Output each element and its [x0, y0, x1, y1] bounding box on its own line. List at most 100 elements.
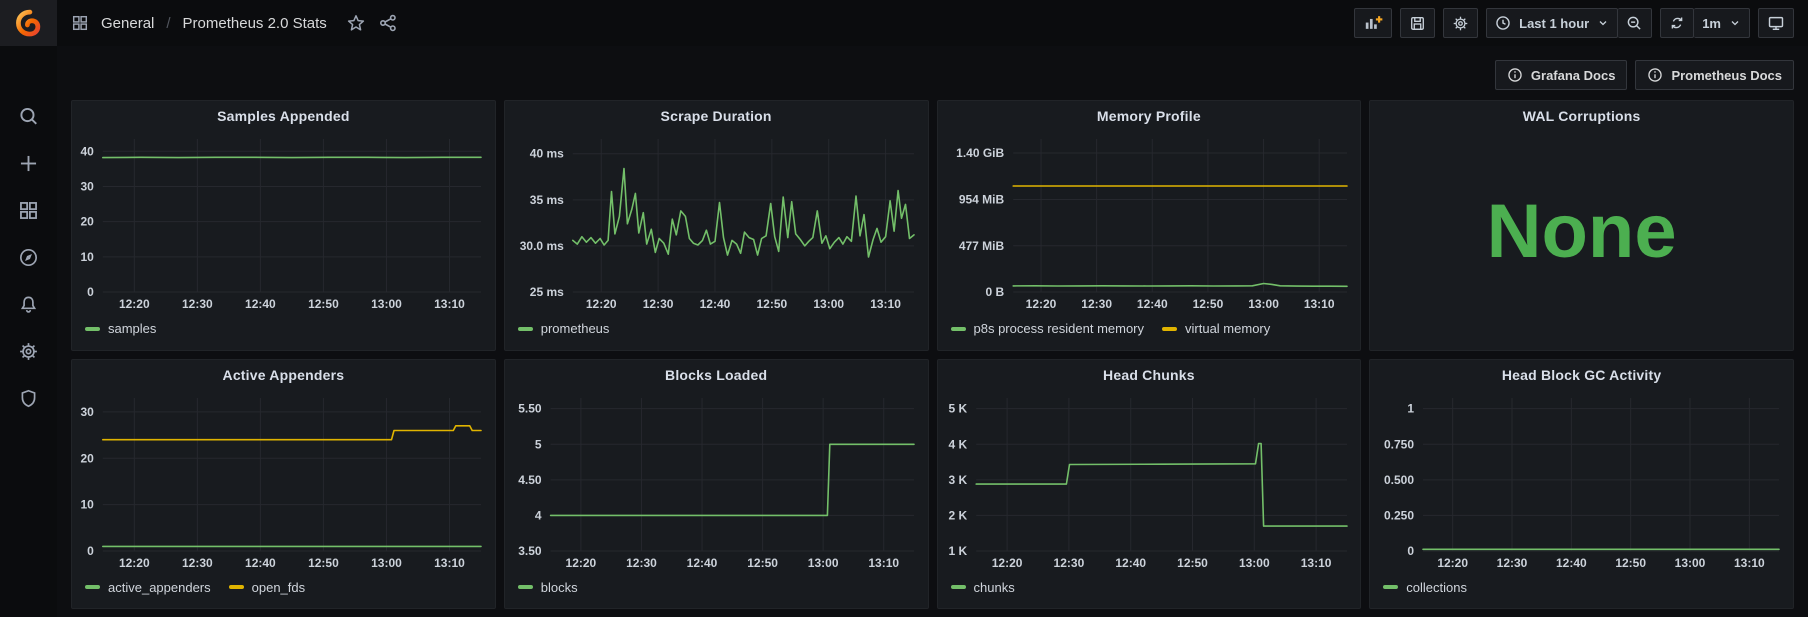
- chart-area[interactable]: 12:20 12:30 12:40 12:50 13:00 13:10 0 10 20 30: [72, 390, 495, 573]
- chart-area[interactable]: 12:20 12:30 12:40 12:50 13:00 13:10 1 K 2 K 3 K 4…: [938, 390, 1361, 573]
- chart-canvas[interactable]: 12:20 12:30 12:40 12:50 13:00 13:10 3.50 4 4.50 5…: [505, 390, 928, 573]
- sidebar-item-server-admin[interactable]: [0, 388, 57, 409]
- chart-canvas[interactable]: 12:20 12:30 12:40 12:50 13:00 13:10 0 B 477 MiB…: [938, 131, 1361, 314]
- svg-text:10: 10: [80, 497, 94, 511]
- chart-canvas[interactable]: 12:20 12:30 12:40 12:50 13:00 13:10 25 ms 30.0 …: [505, 131, 928, 314]
- breadcrumb: General / Prometheus 2.0 Stats: [71, 14, 397, 32]
- svg-text:5: 5: [535, 437, 542, 451]
- page-title[interactable]: Prometheus 2.0 Stats: [183, 15, 327, 32]
- sidebar-item-configuration[interactable]: [0, 341, 57, 362]
- prometheus-docs-link[interactable]: Prometheus Docs: [1635, 60, 1794, 90]
- svg-text:12:20: 12:20: [1025, 297, 1056, 311]
- panel-title[interactable]: Active Appenders: [72, 360, 495, 390]
- legend-item[interactable]: chunks: [950, 579, 1015, 595]
- svg-text:12:50: 12:50: [747, 556, 778, 570]
- time-range-picker[interactable]: Last 1 hour: [1486, 8, 1619, 38]
- doc-link-label: Prometheus Docs: [1671, 67, 1782, 83]
- refresh-interval-picker[interactable]: 1m: [1694, 8, 1750, 38]
- panel-title[interactable]: Head Block GC Activity: [1370, 360, 1793, 390]
- panel-title[interactable]: WAL Corruptions: [1370, 101, 1793, 131]
- sidebar-item-alerting[interactable]: [0, 294, 57, 315]
- dashboard-grid: Samples Appended 12:20 12:30 12:40 12:50 13:0…: [71, 100, 1794, 609]
- breadcrumb-folder[interactable]: General: [101, 15, 154, 32]
- legend: chunks: [938, 572, 1361, 608]
- svg-text:954 MiB: 954 MiB: [958, 193, 1004, 207]
- svg-text:12:50: 12:50: [1616, 556, 1647, 570]
- legend-swatch: [85, 326, 100, 331]
- sidebar-item-create[interactable]: [0, 153, 57, 174]
- chart-area[interactable]: 12:20 12:30 12:40 12:50 13:00 13:10 0 0.250 0.50…: [1370, 390, 1793, 573]
- svg-text:1.40 GiB: 1.40 GiB: [956, 146, 1004, 160]
- tv-mode-button[interactable]: [1758, 8, 1794, 38]
- svg-text:4.50: 4.50: [518, 472, 542, 486]
- svg-text:12:50: 12:50: [1192, 297, 1223, 311]
- sidebar-item-dashboards[interactable]: [0, 200, 57, 221]
- chart-canvas[interactable]: 12:20 12:30 12:40 12:50 13:00 13:10 0 0.250 0.50…: [1370, 390, 1793, 573]
- refresh-button[interactable]: [1660, 8, 1695, 38]
- svg-text:0.250: 0.250: [1384, 508, 1414, 522]
- grafana-docs-link[interactable]: Grafana Docs: [1494, 60, 1628, 90]
- save-icon: [1411, 16, 1425, 30]
- svg-text:12:30: 12:30: [1053, 556, 1084, 570]
- legend-item[interactable]: active_appenders: [85, 580, 211, 595]
- sidebar-item-search[interactable]: [0, 106, 57, 127]
- stat-value: None: [1486, 188, 1677, 274]
- legend-label: samples: [108, 321, 157, 336]
- legend: blocks: [505, 572, 928, 608]
- add-panel-button[interactable]: [1354, 8, 1393, 38]
- panel-blocks-loaded: Blocks Loaded 12:20 12:30 12:40 12:50 13:00 13…: [503, 358, 929, 609]
- share-icon[interactable]: [379, 14, 397, 32]
- legend-item[interactable]: prometheus: [517, 321, 610, 336]
- panel-title[interactable]: Blocks Loaded: [505, 360, 928, 390]
- chart-area[interactable]: 12:20 12:30 12:40 12:50 13:00 13:10 0 B 477 MiB…: [938, 131, 1361, 314]
- save-dashboard-button[interactable]: [1400, 8, 1436, 38]
- panel-title[interactable]: Head Chunks: [938, 360, 1361, 390]
- svg-text:3 K: 3 K: [948, 472, 967, 486]
- chart-area[interactable]: 12:20 12:30 12:40 12:50 13:00 13:10 25 ms 30.0 …: [505, 131, 928, 314]
- grafana-logo[interactable]: [0, 0, 57, 46]
- chart-area[interactable]: 12:20 12:30 12:40 12:50 13:00 13:10 0 10 20 30 40: [72, 131, 495, 314]
- svg-text:12:40: 12:40: [686, 556, 717, 570]
- star-icon[interactable]: [347, 14, 365, 32]
- legend-label: chunks: [973, 579, 1015, 595]
- apps-grid-icon: [72, 15, 88, 31]
- chevron-down-icon: [1599, 21, 1607, 26]
- panel-title[interactable]: Scrape Duration: [505, 101, 928, 131]
- legend-item[interactable]: collections: [1383, 580, 1467, 595]
- chart-canvas[interactable]: 12:20 12:30 12:40 12:50 13:00 13:10 0 10 20 30: [72, 390, 495, 573]
- chart-area[interactable]: 12:20 12:30 12:40 12:50 13:00 13:10 3.50 4 4.50 5…: [505, 390, 928, 573]
- info-circle-icon: [1648, 68, 1663, 82]
- dashboard-header: General / Prometheus 2.0 Stats Last 1 ho…: [57, 0, 1808, 46]
- zoom-out-button[interactable]: [1618, 8, 1653, 38]
- refresh-icon: [1671, 17, 1683, 29]
- svg-text:12:50: 12:50: [308, 556, 339, 570]
- legend-item[interactable]: virtual memory: [1162, 321, 1270, 336]
- chart-canvas[interactable]: 12:20 12:30 12:40 12:50 13:00 13:10 0 10 20 30 40: [72, 131, 495, 314]
- panel-title[interactable]: Memory Profile: [938, 101, 1361, 131]
- svg-text:13:10: 13:10: [868, 556, 899, 570]
- sidebar-item-explore[interactable]: [0, 247, 57, 268]
- legend-item[interactable]: p8s process resident memory: [950, 321, 1144, 336]
- svg-text:2 K: 2 K: [948, 508, 967, 522]
- panel-title[interactable]: Samples Appended: [72, 101, 495, 131]
- svg-text:12:30: 12:30: [1497, 556, 1528, 570]
- dashboards-icon: [20, 202, 37, 219]
- main-area: General / Prometheus 2.0 Stats Last 1 ho…: [57, 0, 1808, 617]
- legend-item[interactable]: samples: [85, 321, 156, 336]
- svg-text:30: 30: [80, 404, 94, 418]
- svg-text:12:30: 12:30: [182, 556, 213, 570]
- svg-text:4 K: 4 K: [948, 437, 967, 451]
- dashboard-settings-button[interactable]: [1443, 8, 1479, 38]
- alerting-bell-icon: [20, 296, 37, 313]
- legend-item[interactable]: open_fds: [228, 580, 305, 595]
- explore-compass-icon: [19, 248, 38, 267]
- settings-gear-icon: [20, 343, 37, 360]
- svg-text:40 ms: 40 ms: [530, 147, 564, 161]
- svg-text:30.0 ms: 30.0 ms: [520, 239, 564, 253]
- chart-canvas[interactable]: 12:20 12:30 12:40 12:50 13:00 13:10 1 K 2 K 3 K 4…: [938, 390, 1361, 573]
- panel-wal-corruptions: WAL Corruptions None: [1369, 100, 1794, 351]
- svg-text:13:00: 13:00: [371, 297, 402, 311]
- legend-label: prometheus: [540, 321, 610, 336]
- legend-item[interactable]: blocks: [517, 580, 578, 595]
- title-actions: [347, 14, 397, 32]
